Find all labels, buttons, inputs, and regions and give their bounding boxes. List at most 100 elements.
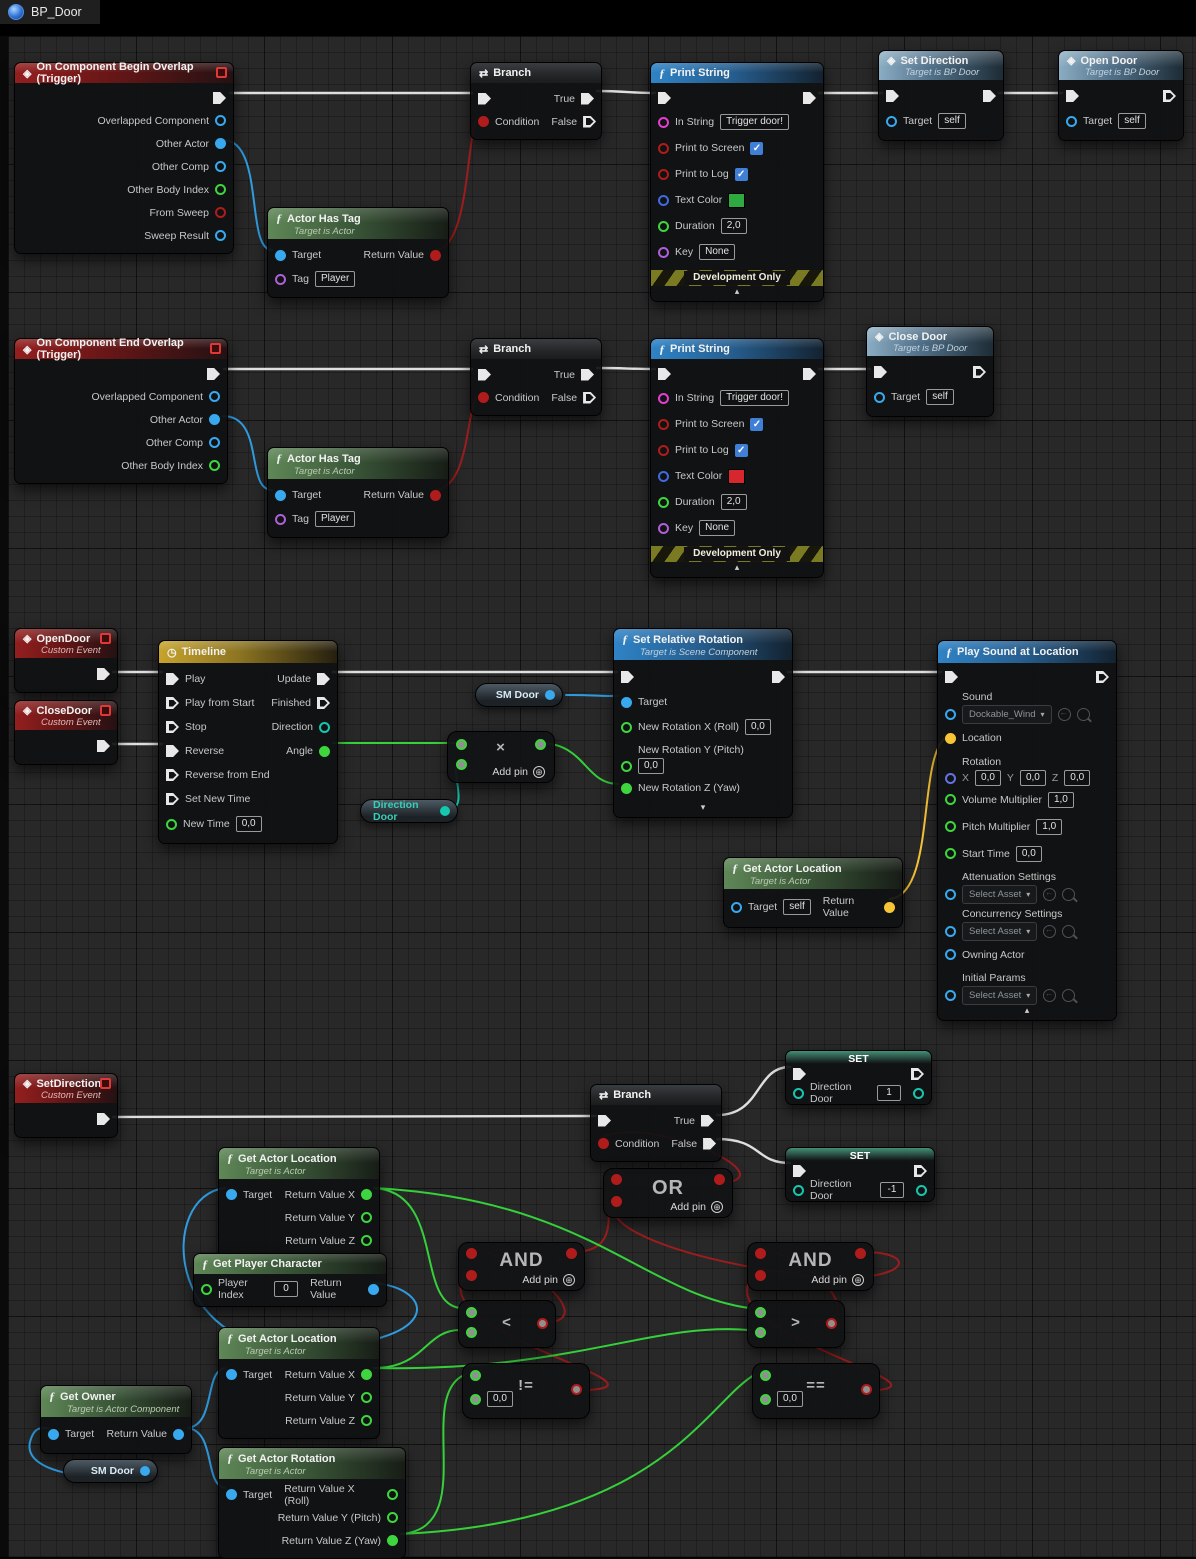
pin-target[interactable]: [886, 116, 897, 127]
node-print-string-1[interactable]: ƒPrint String In StringTrigger door! Pri…: [650, 62, 824, 302]
pin-new-rotation-x[interactable]: [621, 722, 632, 733]
exec-out-pin[interactable]: [803, 368, 816, 380]
variable-pill-sm-door-2[interactable]: SM Door: [63, 1459, 158, 1483]
sound-dropdown[interactable]: Dockable_Wind▾: [962, 705, 1052, 724]
exec-in-pin[interactable]: [478, 369, 491, 381]
node-equal[interactable]: 0,0 ==: [752, 1363, 880, 1419]
exec-reverse-from-end-pin[interactable]: [166, 769, 179, 781]
key-input[interactable]: None: [699, 244, 735, 260]
exec-in-pin[interactable]: [793, 1068, 806, 1080]
pin-target[interactable]: [874, 392, 885, 403]
pin-rotation[interactable]: [945, 773, 956, 784]
exec-out-pin[interactable]: [772, 671, 785, 683]
pin-duration[interactable]: [658, 497, 669, 508]
node-get-actor-location-owner[interactable]: ƒGet Actor Location Target is Actor Targ…: [218, 1327, 380, 1439]
collapse-chevron[interactable]: ▴: [651, 286, 823, 299]
start-time-input[interactable]: 0,0: [1016, 846, 1042, 862]
exec-out-pin[interactable]: [97, 740, 110, 752]
pin-return-value[interactable]: [430, 490, 441, 501]
in-string-input[interactable]: Trigger door!: [720, 114, 789, 130]
pin-other-comp[interactable]: [209, 437, 220, 448]
node-less-than[interactable]: <: [458, 1300, 556, 1348]
pin-print-to-log[interactable]: [658, 169, 669, 180]
print-to-log-checkbox[interactable]: ✓: [735, 168, 748, 181]
event-bind-box[interactable]: [210, 343, 221, 354]
exec-out-pin[interactable]: [1096, 671, 1109, 683]
expand-chevron[interactable]: ▾: [614, 802, 792, 815]
browse-asset-icon[interactable]: [1043, 925, 1056, 938]
tag-input[interactable]: Player: [315, 511, 355, 527]
pin-sm-door-out[interactable]: [140, 1466, 150, 1476]
volume-input[interactable]: 1,0: [1048, 792, 1074, 808]
target-input[interactable]: self: [938, 113, 966, 129]
pin-sound[interactable]: [945, 709, 956, 720]
rotation-x-input[interactable]: 0,0: [745, 719, 771, 735]
exec-play-pin[interactable]: [166, 673, 179, 685]
node-set-relative-rotation[interactable]: ƒSet Relative Rotation Target is Scene C…: [613, 628, 793, 818]
pin-overlapped-component[interactable]: [209, 391, 220, 402]
node-setdirection-event[interactable]: ◈SetDirection Custom Event: [14, 1073, 118, 1138]
pin-return-value[interactable]: [368, 1284, 379, 1295]
pin-return-value-y[interactable]: [361, 1392, 372, 1403]
add-pin-button[interactable]: Add pin⊕: [492, 766, 545, 778]
exec-out-pin[interactable]: [983, 90, 996, 102]
event-bind-box[interactable]: [216, 67, 227, 78]
add-pin-button[interactable]: Add pin⊕: [811, 1274, 864, 1286]
exec-out-pin[interactable]: [97, 1113, 110, 1125]
pin-attenuation-settings[interactable]: [945, 889, 956, 900]
pin-target[interactable]: [1066, 116, 1077, 127]
pin-direction-door-in[interactable]: [793, 1088, 804, 1099]
node-actor-has-tag-2[interactable]: ƒActor Has Tag Target is Actor Target Re…: [267, 447, 449, 538]
node-not-equal[interactable]: 0,0 !=: [462, 1363, 590, 1419]
event-bind-box[interactable]: [100, 1078, 111, 1089]
pin-direction[interactable]: [319, 722, 330, 733]
pin-sweep-result[interactable]: [215, 230, 226, 241]
rotation-y-input[interactable]: 0,0: [1020, 770, 1046, 786]
value-input[interactable]: 1: [877, 1085, 901, 1101]
pin-direction-door-out[interactable]: [916, 1185, 927, 1196]
pin-eq-in-2[interactable]: [760, 1394, 771, 1405]
exec-out-pin[interactable]: [973, 366, 986, 378]
pin-new-time[interactable]: [166, 819, 177, 830]
pin-in-string[interactable]: [658, 117, 669, 128]
exec-finished-pin[interactable]: [317, 697, 330, 709]
tag-input[interactable]: Player: [315, 271, 355, 287]
event-bind-box[interactable]: [100, 633, 111, 644]
tab-bp-door[interactable]: BP_Door: [0, 0, 100, 24]
exec-out-pin[interactable]: [803, 92, 816, 104]
node-set-direction-call[interactable]: ◈Set Direction Target is BP Door Targets…: [878, 50, 1004, 141]
pin-multiply-in-2[interactable]: [456, 759, 467, 770]
node-set-direction-door-2[interactable]: SET Direction Door-1: [785, 1147, 935, 1202]
exec-true-pin[interactable]: [701, 1115, 714, 1127]
node-branch-2[interactable]: ⇄Branch True ConditionFalse: [470, 338, 602, 416]
collapse-chevron[interactable]: ▴: [651, 562, 823, 575]
pin-owning-actor[interactable]: [945, 949, 956, 960]
pin-in-string[interactable]: [658, 393, 669, 404]
text-color-swatch[interactable]: [728, 193, 745, 208]
pin-return-value-x-roll[interactable]: [387, 1489, 398, 1500]
pin-tag[interactable]: [275, 514, 286, 525]
browse-asset-icon[interactable]: [1058, 708, 1071, 721]
pin-print-to-screen[interactable]: [658, 143, 669, 154]
node-opendoor-event[interactable]: ◈OpenDoor Custom Event: [14, 628, 118, 693]
exec-in-pin[interactable]: [793, 1165, 806, 1177]
pin-location[interactable]: [945, 733, 956, 744]
rotation-y-input[interactable]: 0,0: [638, 758, 664, 774]
initial-params-dropdown[interactable]: Select Asset▾: [962, 986, 1037, 1005]
pin-from-sweep[interactable]: [215, 207, 226, 218]
node-open-door-call[interactable]: ◈Open Door Target is BP Door Targetself: [1058, 50, 1184, 141]
search-asset-icon[interactable]: [1077, 708, 1090, 721]
pin-return-value-z[interactable]: [361, 1235, 372, 1246]
pin-overlapped-component[interactable]: [215, 115, 226, 126]
pin-pitch-multiplier[interactable]: [945, 821, 956, 832]
exec-stop-pin[interactable]: [166, 721, 179, 733]
target-input[interactable]: self: [926, 389, 954, 405]
node-print-string-2[interactable]: ƒPrint String In StringTrigger door! Pri…: [650, 338, 824, 578]
pin-return-value[interactable]: [430, 250, 441, 261]
exec-out-pin[interactable]: [1163, 90, 1176, 102]
exec-out-pin[interactable]: [911, 1068, 924, 1080]
pin-other-actor[interactable]: [209, 414, 220, 425]
exec-out-pin[interactable]: [213, 92, 226, 104]
event-bind-box[interactable]: [100, 705, 111, 716]
node-on-component-begin-overlap[interactable]: ◈ On Component Begin Overlap (Trigger) O…: [14, 62, 234, 254]
